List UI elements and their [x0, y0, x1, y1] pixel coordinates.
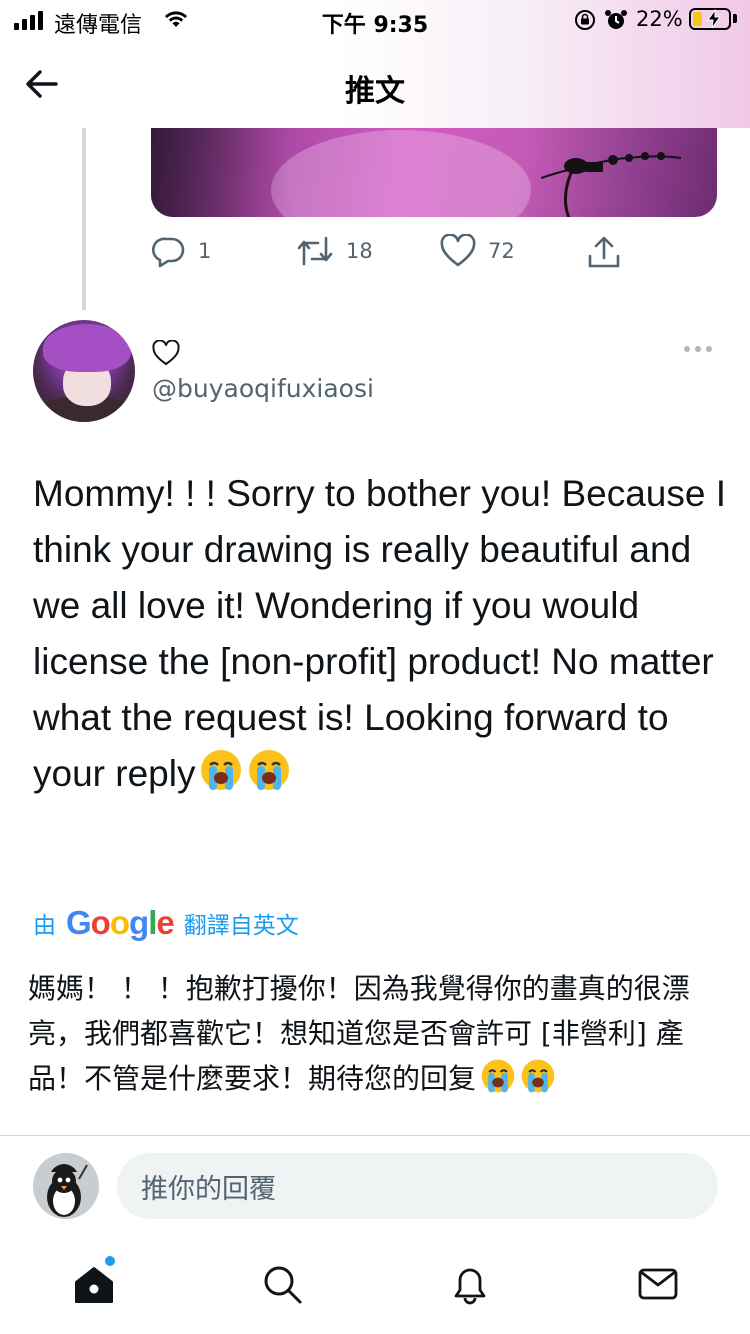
like-count: 72	[488, 239, 515, 263]
thread-line	[82, 128, 86, 310]
tweet-actions: 1 18 72	[0, 234, 750, 270]
jewelry-graphic	[541, 152, 681, 217]
battery-tip	[733, 14, 737, 23]
translation-prefix: 由	[33, 913, 56, 939]
reply-count: 1	[198, 239, 212, 263]
battery-percent: 22%	[636, 7, 683, 31]
reply-action[interactable]: 1	[152, 234, 211, 268]
notifications-icon[interactable]	[448, 1262, 492, 1306]
tweet-text-content: Mommy! ! ! Sorry to bother you! Because …	[33, 473, 726, 794]
like-heart-icon	[440, 234, 476, 267]
rotation-lock-icon	[575, 10, 595, 30]
alarm-icon	[605, 10, 627, 29]
charging-bolt-icon	[707, 9, 721, 29]
share-icon	[588, 236, 620, 268]
search-icon[interactable]	[260, 1262, 304, 1306]
translated-text-content: 媽媽！ ！ ！抱歉打擾你！因為我覺得你的畫真的很漂亮，我們都喜歡它！想知道您是否…	[28, 972, 690, 1095]
page-title: 推文	[345, 74, 405, 109]
translation-suffix: 翻譯自英文	[183, 913, 299, 939]
author-avatar[interactable]	[33, 320, 135, 422]
home-notification-dot	[105, 1256, 115, 1266]
like-action[interactable]: 72	[440, 234, 515, 268]
translation-attribution[interactable]: 由 Google 翻譯自英文	[33, 904, 299, 942]
author-handle[interactable]: @buyaoqifuxiaosi	[152, 374, 374, 403]
my-avatar[interactable]	[33, 1153, 99, 1219]
reply-input[interactable]: 推你的回覆	[117, 1153, 718, 1219]
crying-face-emoji-icon	[201, 750, 242, 790]
translated-text: 媽媽！ ！ ！抱歉打擾你！因為我覺得你的畫真的很漂亮，我們都喜歡它！想知道您是否…	[28, 966, 718, 1101]
divider	[0, 1135, 750, 1136]
status-bar: 遠傳電信 下午 9:35 22%	[0, 0, 750, 42]
heart-outline-icon	[152, 340, 180, 366]
share-action[interactable]	[586, 234, 622, 270]
top-bar: 遠傳電信 下午 9:35 22% 推文	[0, 0, 750, 128]
crying-face-emoji-icon	[481, 1059, 515, 1093]
tweet-text: Mommy! ! ! Sorry to bother you! Because …	[33, 466, 733, 802]
home-icon[interactable]	[72, 1262, 116, 1306]
google-logo: Google	[66, 904, 175, 941]
penguin-avatar-icon	[47, 1164, 88, 1217]
reply-placeholder: 推你的回覆	[141, 1173, 276, 1205]
more-options-icon[interactable]	[684, 346, 712, 352]
crying-face-emoji-icon	[521, 1059, 555, 1093]
retweet-action[interactable]: 18	[296, 234, 373, 268]
reply-icon	[152, 237, 185, 268]
page-header: 推文	[0, 42, 750, 128]
retweet-count: 18	[346, 239, 373, 263]
messages-icon[interactable]	[636, 1262, 680, 1306]
crying-face-emoji-icon	[249, 750, 290, 790]
retweet-icon	[297, 236, 333, 266]
bottom-tab-bar	[0, 1240, 750, 1334]
